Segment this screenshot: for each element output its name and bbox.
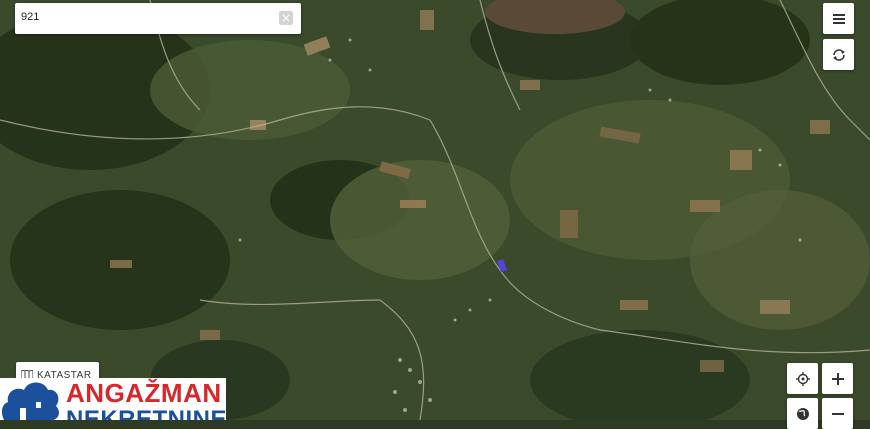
globe-icon xyxy=(796,407,809,420)
brand-logo: ANGAŽMAN NEKRETNINE xyxy=(0,378,226,420)
brand-name-line2: NEKRETNINE xyxy=(66,406,226,420)
zoom-in-button[interactable] xyxy=(822,363,853,394)
zoom-out-button[interactable] xyxy=(822,398,853,429)
menu-button[interactable] xyxy=(823,3,854,34)
locate-icon xyxy=(795,371,810,386)
search-input[interactable]: 921 xyxy=(21,11,39,23)
refresh-icon xyxy=(832,48,845,61)
globe-button[interactable] xyxy=(787,398,818,429)
refresh-button[interactable] xyxy=(823,39,854,70)
locate-button[interactable] xyxy=(787,363,818,394)
search-bar[interactable]: 921 × xyxy=(15,3,301,34)
brand-name-line1: ANGAŽMAN xyxy=(66,378,222,408)
minus-icon xyxy=(831,412,844,415)
close-icon[interactable]: × xyxy=(279,11,293,25)
satellite-map[interactable] xyxy=(0,0,870,420)
house-tree-emblem-icon xyxy=(1,382,59,420)
plus-icon xyxy=(831,372,844,385)
menu-icon xyxy=(832,13,845,24)
